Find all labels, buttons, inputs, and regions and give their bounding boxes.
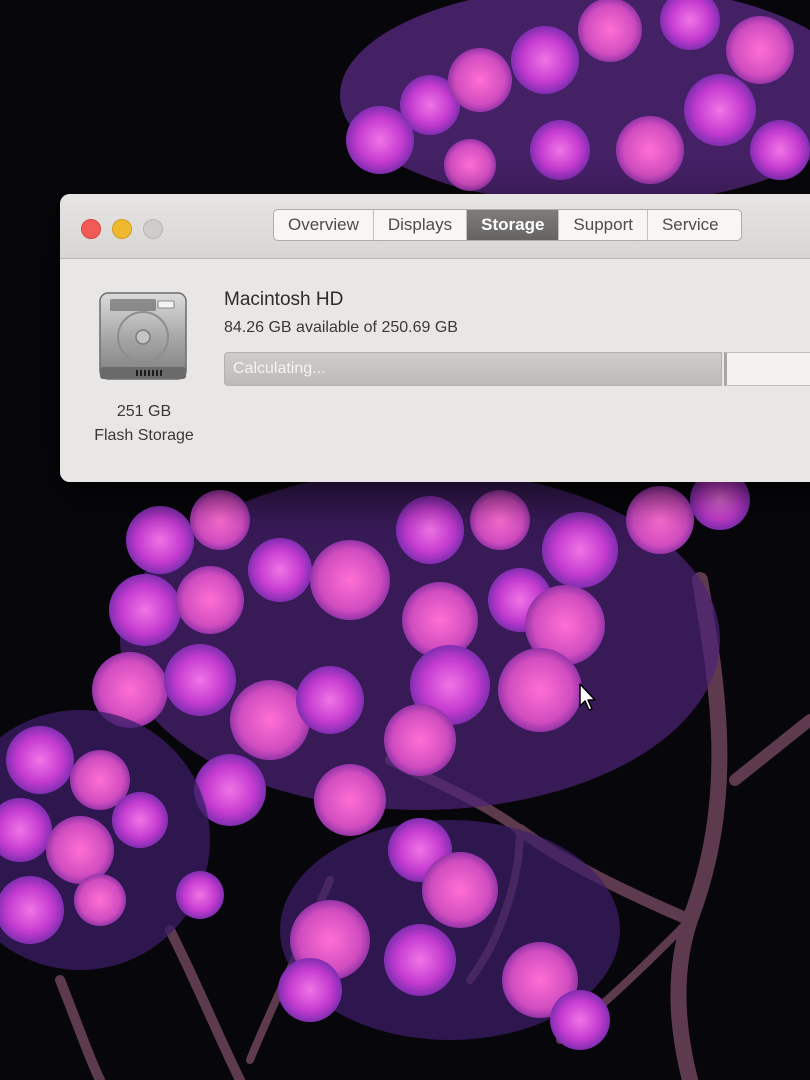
zoom-button <box>143 219 163 239</box>
tab-storage[interactable]: Storage <box>467 210 560 240</box>
available-space: 84.26 GB available of 250.69 GB <box>224 319 458 336</box>
tab-support[interactable]: Support <box>559 210 648 240</box>
minimize-button[interactable] <box>112 219 132 239</box>
drive-capacity: 251 GB <box>116 403 172 420</box>
usage-status: Calculating... <box>233 360 326 377</box>
desktop-wallpaper <box>0 0 810 1080</box>
free-space-segment <box>724 352 810 386</box>
about-this-mac-window: Overview Displays Storage Support Servic… <box>60 194 810 482</box>
hard-drive-icon <box>99 292 187 380</box>
volume-name: Macintosh HD <box>224 289 344 310</box>
tab-displays[interactable]: Displays <box>374 210 468 240</box>
mouse-cursor-icon <box>579 683 596 711</box>
tab-overview[interactable]: Overview <box>274 210 374 240</box>
window-titlebar: Overview Displays Storage Support Servic… <box>60 194 810 259</box>
storage-usage-bar: Calculating... <box>224 352 722 386</box>
tab-bar: Overview Displays Storage Support Servic… <box>273 209 742 241</box>
drive-type: Flash Storage <box>94 427 194 444</box>
close-button[interactable] <box>81 219 101 239</box>
storage-pane: 251 GB Flash Storage Macintosh HD 84.26 … <box>60 259 810 482</box>
tab-service[interactable]: Service <box>648 210 741 240</box>
